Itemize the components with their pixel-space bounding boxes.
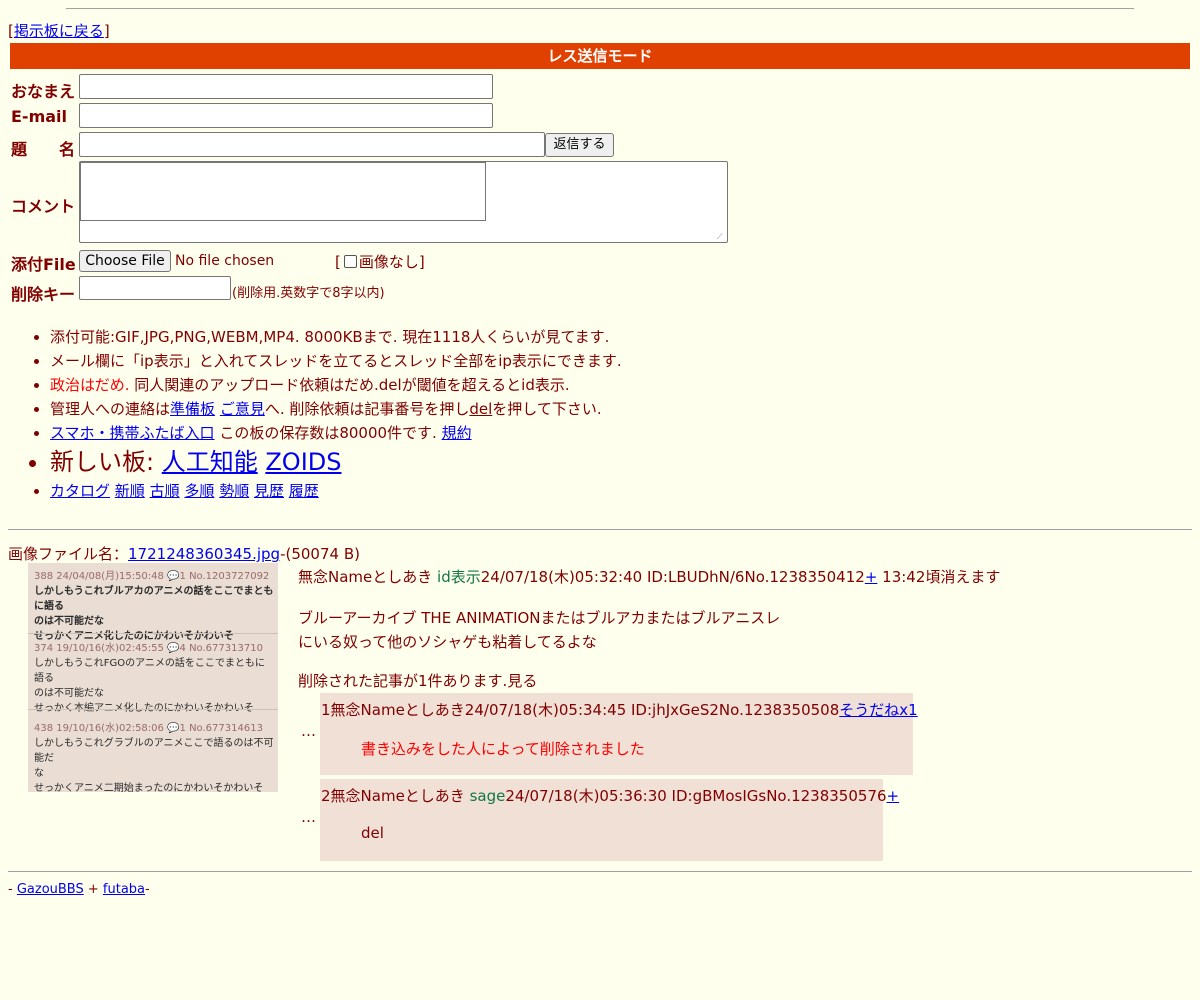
new-board-ai-link[interactable]: 人工知能 [162, 448, 258, 476]
feedback-link[interactable]: ご意見 [220, 400, 265, 418]
delete-key-label: 削除キー [11, 285, 76, 304]
op-post-header: 無念Nameとしあき id表示24/07/18(木)05:32:40 ID:LB… [298, 568, 1001, 586]
reply-header: 1無念Nameとしあき24/07/18(木)05:34:45 ID:jhJxGe… [321, 701, 918, 719]
notice-item: 政治はだめ. 同人関連のアップロード依頼はだめ.delが閾値を超えるとid表示. [50, 373, 622, 397]
no-image-checkbox[interactable] [343, 255, 357, 268]
reply-indent-dots: … [301, 808, 316, 826]
textarea-inner-frame [80, 162, 486, 221]
rules-link[interactable]: 規約 [442, 424, 472, 442]
futaba-link[interactable]: futaba [103, 882, 145, 897]
gazoubbs-link[interactable]: GazouBBS [17, 882, 84, 897]
comment-label: コメント [11, 197, 76, 216]
reply-post: 2無念Nameとしあき sage24/07/18(木)05:36:30 ID:g… [320, 779, 899, 861]
thumbnail-entry: 438 19/10/16(水)02:58:06 💬1 No.677314613 … [34, 723, 274, 792]
prep-board-link[interactable]: 準備板 [170, 400, 215, 418]
op-post-body: ブルーアーカイブ THE ANIMATIONまたはブルアカまたはブルアニスレ に… [298, 609, 781, 651]
top-divider [66, 8, 1134, 9]
reply-body: 書き込みをした人によって削除されました [361, 740, 645, 758]
post-thumbnail-image[interactable]: 388 24/04/08(月)15:50:48 💬1 No.1203727092… [28, 563, 278, 792]
reply-submit-button[interactable]: 返信する [545, 133, 614, 157]
image-file-info: 画像ファイル名：1721248360345.jpg-(50074 B) [8, 545, 360, 563]
op-plus-link[interactable]: + [865, 568, 878, 586]
no-file-text: No file chosen [175, 253, 275, 269]
sort-link-viewed[interactable]: 見歴 [254, 482, 284, 500]
delete-key-hint: (削除用.英数字で8字以内) [232, 286, 385, 301]
subject-input[interactable] [79, 132, 545, 157]
sort-link-history[interactable]: 履歴 [289, 482, 319, 500]
delete-key-input[interactable] [79, 276, 231, 300]
resize-handle-icon[interactable]: ⟋ [717, 232, 726, 241]
sodane-link[interactable]: そうだねx1 [839, 701, 917, 719]
email-input[interactable] [79, 103, 493, 128]
sort-link-old[interactable]: 古順 [150, 482, 180, 500]
mobile-entrance-link[interactable]: スマホ・携帯ふたば入口 [50, 424, 215, 442]
notice-item: スマホ・携帯ふたば入口 この板の保存数は80000件です. 規約 [50, 421, 622, 445]
notice-item: 管理人への連絡は準備板 ご意見へ. 削除依頼は記事番号を押しdelを押して下さい… [50, 397, 622, 421]
reply-mode-bar: レス送信モード [10, 43, 1190, 69]
file-label: 添付File [11, 255, 76, 274]
sort-link-new[interactable]: 新順 [115, 482, 145, 500]
deleted-posts-note[interactable]: 削除された記事が1件あります.見る [298, 670, 537, 691]
footer: - GazouBBS + futaba- [8, 882, 150, 897]
thumbnail-entry: 374 19/10/16(水)02:45:55 💬4 No.677313710 … [34, 643, 265, 714]
notice-item: メール欄に「ip表示」と入れてスレッドを立てるとスレッド全部をip表示にできます… [50, 349, 622, 373]
image-file-link[interactable]: 1721248360345.jpg [128, 545, 280, 563]
reply-header: 2無念Nameとしあき sage24/07/18(木)05:36:30 ID:g… [321, 787, 900, 805]
email-label: E-mail [11, 107, 68, 126]
section-divider [8, 529, 1192, 530]
reply-body: del [361, 824, 384, 842]
back-link-wrapper: [掲示板に戻る] [8, 22, 110, 40]
notice-item: 新しい板: 人工知能 ZOIDS [50, 445, 622, 479]
sort-link-many[interactable]: 多順 [184, 482, 214, 500]
back-to-board-link[interactable]: 掲示板に戻る [14, 22, 104, 40]
notice-list: 添付可能:GIF,JPG,PNG,WEBM,MP4. 8000KBまで. 現在1… [30, 325, 622, 503]
footer-divider [8, 871, 1192, 872]
reply-post: 1無念Nameとしあき24/07/18(木)05:34:45 ID:jhJxGe… [320, 693, 918, 775]
new-board-zoids-link[interactable]: ZOIDS [265, 448, 341, 476]
notice-item: 添付可能:GIF,JPG,PNG,WEBM,MP4. 8000KBまで. 現在1… [50, 325, 622, 349]
name-label: おなまえ [11, 82, 76, 101]
sort-link-momentum[interactable]: 勢順 [219, 482, 249, 500]
sort-links: カタログ 新順 古順 多順 勢順 見歴 履歴 [50, 479, 622, 503]
subject-label: 題 名 [11, 140, 76, 159]
no-image-option: [画像なし] [335, 253, 425, 271]
sort-link-catalog[interactable]: カタログ [50, 482, 110, 500]
name-input[interactable] [79, 74, 493, 99]
reply-indent-dots: … [301, 722, 316, 740]
reply-plus-link[interactable]: + [887, 787, 900, 805]
choose-file-button[interactable]: Choose File [79, 250, 171, 272]
